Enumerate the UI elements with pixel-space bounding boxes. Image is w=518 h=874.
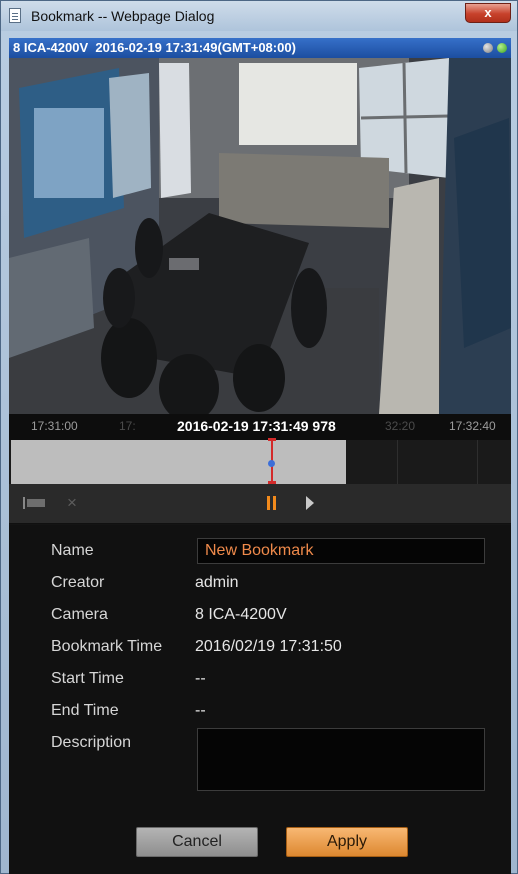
page-icon: [9, 8, 21, 23]
bookmark-time-value: 2016/02/19 17:31:50: [195, 638, 342, 655]
dialog-content: 8 ICA-4200V 2016-02-19 17:31:49(GMT+08:0…: [9, 38, 511, 874]
camera-label: Camera: [51, 606, 108, 623]
start-time-label: Start Time: [51, 670, 124, 687]
title-bar[interactable]: Bookmark -- Webpage Dialog x: [1, 1, 517, 31]
clip-icon[interactable]: [23, 497, 47, 509]
ruler-tick-label: 17:31:00: [31, 419, 78, 433]
creator-label: Creator: [51, 574, 105, 591]
cancel-button[interactable]: Cancel: [136, 827, 258, 857]
end-time-label: End Time: [51, 702, 119, 719]
playhead-dot[interactable]: [268, 460, 275, 467]
creator-value: admin: [195, 574, 239, 591]
start-time-value: --: [195, 670, 206, 687]
camera-value: 8 ICA-4200V: [195, 606, 287, 623]
cursor-timestamp: 2016-02-19 17:31:49 978: [177, 418, 336, 434]
time-ruler: 17:31:00 17: 2016-02-19 17:31:49 978 32:…: [9, 414, 511, 440]
dialog-window: Bookmark -- Webpage Dialog x 8 ICA-4200V…: [0, 0, 518, 874]
delete-icon[interactable]: ×: [67, 493, 77, 513]
ruler-tick-label: 32:20: [385, 419, 416, 433]
ruler-tick-label: 17:32:40: [449, 419, 496, 433]
play-icon[interactable]: [306, 496, 314, 510]
timeline-track[interactable]: [9, 438, 511, 484]
window-title: Bookmark -- Webpage Dialog: [31, 8, 215, 24]
status-gray-icon: [483, 43, 493, 53]
name-field[interactable]: [197, 538, 485, 564]
bookmark-time-label: Bookmark Time: [51, 638, 163, 655]
playback-controls: ×: [9, 484, 511, 524]
recorded-segment: [11, 440, 346, 484]
apply-button[interactable]: Apply: [286, 827, 408, 857]
name-label: Name: [51, 542, 94, 559]
timeline-gridline: [477, 440, 478, 484]
pause-icon[interactable]: [267, 496, 277, 510]
status-green-icon: [497, 43, 507, 53]
camera-header: 8 ICA-4200V 2016-02-19 17:31:49(GMT+08:0…: [9, 38, 511, 58]
video-feed[interactable]: [9, 58, 511, 414]
description-field[interactable]: [197, 728, 485, 791]
camera-title: 8 ICA-4200V 2016-02-19 17:31:49(GMT+08:0…: [13, 40, 296, 55]
description-label: Description: [51, 734, 132, 751]
timeline-gridline: [397, 440, 398, 484]
close-button[interactable]: x: [465, 3, 511, 23]
ruler-tick-label: 17:: [119, 419, 136, 433]
bookmark-form: Name Creator admin Camera 8 ICA-4200V Bo…: [9, 525, 511, 874]
end-time-value: --: [195, 702, 206, 719]
conference-room-image: [9, 58, 511, 414]
